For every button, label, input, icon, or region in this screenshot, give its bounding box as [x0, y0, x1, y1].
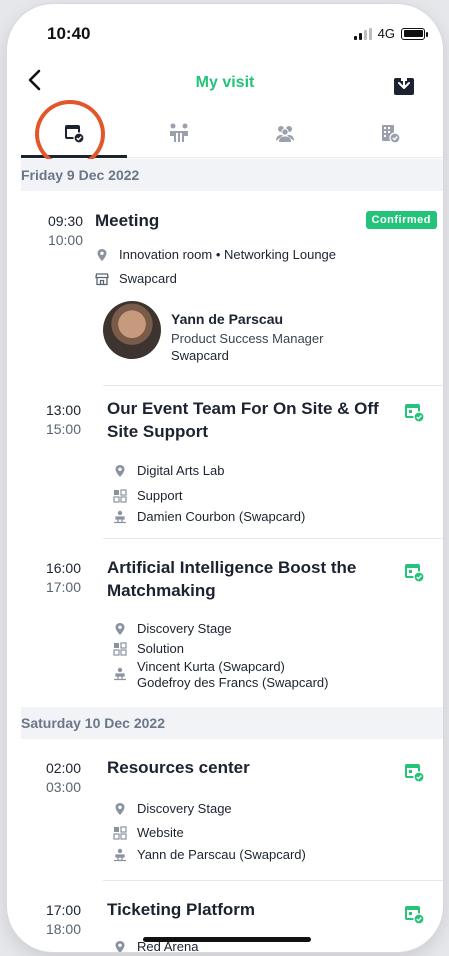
building-check-icon — [382, 124, 401, 144]
speaker-podium-icon — [114, 667, 126, 681]
person-role: Product Success Manager — [171, 331, 324, 346]
tab-people[interactable] — [232, 108, 338, 157]
session-organizer: Swapcard — [119, 271, 177, 286]
calendar-check-icon[interactable] — [403, 761, 425, 783]
category-grid-icon — [113, 642, 127, 656]
session-end-time: 15:00 — [45, 421, 81, 437]
session-category: Website — [137, 825, 184, 840]
battery-icon — [401, 27, 428, 40]
calendar-check-icon[interactable] — [403, 903, 425, 925]
phone-screen: 10:40 4G My visit Friday 9 Dec 2022 09:3… — [7, 4, 443, 952]
session-start-time: 13:00 — [45, 402, 81, 418]
session-item[interactable]: 13:00 15:00 Our Event Team For On Site &… — [21, 387, 443, 539]
session-location: Discovery Stage — [137, 621, 232, 636]
tab-meetings[interactable] — [127, 108, 233, 157]
session-speaker[interactable]: Yann de Parscau (Swapcard) — [137, 847, 306, 863]
page-title: My visit — [195, 74, 255, 91]
download-icon — [394, 73, 414, 95]
session-end-time: 17:00 — [45, 579, 81, 595]
category-grid-icon — [113, 489, 127, 503]
session-title: Artificial Intelligence Boost the Matchm… — [107, 558, 357, 600]
status-badge: Confirmed — [365, 211, 437, 229]
speaker-podium-icon — [114, 848, 126, 862]
signal-icon — [353, 27, 372, 40]
session-item[interactable]: 09:30 10:00 Meeting Confirmed Innovation… — [21, 191, 443, 387]
home-indicator[interactable] — [143, 937, 311, 942]
session-start-time: 02:00 — [45, 760, 81, 776]
location-pin-icon — [115, 623, 125, 635]
session-title: Resources center — [107, 758, 250, 777]
calendar-check-icon[interactable] — [403, 401, 425, 423]
speaker-podium-icon — [114, 510, 126, 524]
location-pin-icon — [115, 465, 125, 477]
session-speaker[interactable]: Vincent Kurta (Swapcard) — [137, 659, 328, 675]
person-name[interactable]: Yann de Parscau — [171, 311, 283, 327]
session-category: Support — [137, 488, 183, 503]
session-location: Innovation room • Networking Lounge — [119, 247, 337, 262]
session-speaker[interactable]: Damien Courbon (Swapcard) — [137, 509, 305, 525]
location-pin-icon — [97, 249, 107, 261]
session-start-time: 16:00 — [45, 560, 81, 576]
divider — [103, 385, 443, 386]
calendar-check-icon[interactable] — [403, 561, 425, 583]
status-icons: 4G — [353, 26, 428, 41]
download-button[interactable] — [393, 72, 415, 96]
session-end-time: 18:00 — [45, 921, 81, 937]
location-pin-icon — [115, 803, 125, 815]
session-end-time: 03:00 — [45, 779, 81, 795]
session-start-time: 17:00 — [45, 902, 81, 918]
category-grid-icon — [113, 826, 127, 840]
session-end-time: 10:00 — [47, 232, 83, 248]
location-pin-icon — [115, 941, 125, 952]
session-item[interactable]: 16:00 17:00 Artificial Intelligence Boos… — [21, 539, 443, 707]
session-start-time: 09:30 — [47, 213, 83, 229]
session-speaker[interactable]: Godefroy des Francs (Swapcard) — [137, 675, 328, 691]
person-company: Swapcard — [171, 348, 229, 363]
network-type: 4G — [377, 26, 395, 41]
meeting-table-icon — [170, 123, 189, 142]
session-category: Solution — [137, 641, 184, 656]
session-title: Meeting — [95, 211, 160, 230]
session-item[interactable]: 02:00 03:00 Resources center Discovery S… — [21, 739, 443, 881]
day-header: Saturday 10 Dec 2022 — [21, 707, 443, 739]
session-location: Digital Arts Lab — [137, 463, 225, 478]
day-header: Friday 9 Dec 2022 — [21, 159, 443, 191]
status-time: 10:40 — [47, 24, 91, 43]
session-title: Our Event Team For On Site & Off Site Su… — [107, 399, 379, 441]
session-title: Ticketing Platform — [107, 900, 255, 919]
session-location: Discovery Stage — [137, 801, 232, 816]
people-icon — [275, 125, 294, 142]
avatar[interactable] — [103, 301, 161, 359]
highlight-circle — [35, 100, 105, 168]
tab-exhibitors[interactable] — [338, 108, 444, 157]
store-icon — [95, 273, 109, 286]
